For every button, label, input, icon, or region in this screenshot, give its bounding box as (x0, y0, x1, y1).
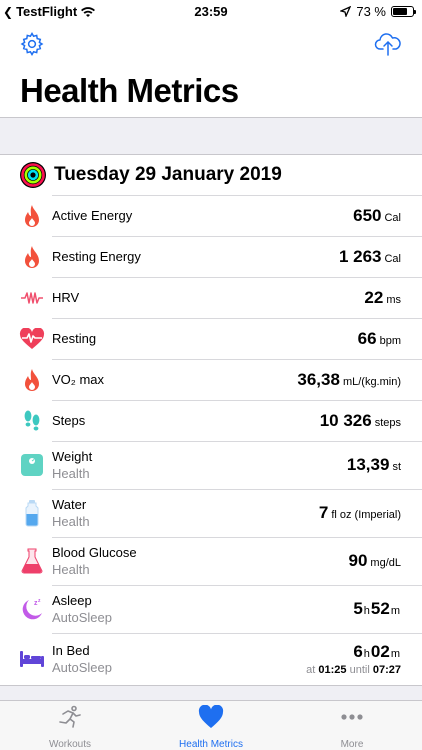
metric-value: 650 (353, 205, 382, 225)
flame-icon (25, 204, 39, 227)
heart-icon (198, 704, 224, 728)
flask-icon (21, 548, 43, 574)
metric-source: Health (52, 562, 90, 577)
metric-value: 22 (364, 287, 384, 307)
metric-unit: steps (374, 416, 401, 429)
metric-label: Water (52, 497, 87, 512)
metric-label: Resting Energy (52, 249, 141, 264)
tab-label: More (340, 739, 364, 750)
metric-source: AutoSleep (52, 610, 112, 625)
metric-label: In Bed (52, 643, 90, 658)
minutes-value: 02 (370, 642, 390, 661)
scale-icon (21, 454, 43, 476)
metric-label: Steps (52, 413, 86, 428)
footprints-icon (24, 410, 40, 430)
activity-rings-icon (20, 162, 46, 188)
metric-row-weight[interactable]: Weight Health 13,39 st (0, 441, 422, 489)
metrics-list: Tuesday 29 January 2019 Active Energy 65… (0, 154, 422, 686)
metric-unit: mg/dL (370, 557, 401, 569)
hours-unit: h (363, 605, 370, 617)
metric-source: AutoSleep (52, 660, 112, 675)
location-arrow-icon (340, 6, 352, 17)
bed-end-time: 07:27 (372, 664, 401, 676)
metric-row-blood-glucose[interactable]: Blood Glucose Health 90 mg/dL (0, 537, 422, 585)
battery-icon (391, 6, 416, 17)
metric-value: 13,39 (346, 455, 390, 474)
metric-label: Weight (52, 449, 93, 464)
metric-label: Resting (52, 331, 97, 346)
running-figure-icon (59, 705, 81, 728)
navigation-bar: Health Metrics (0, 22, 422, 118)
tab-label: Workouts (48, 739, 92, 750)
metric-unit: mL/(kg.min) (342, 375, 401, 388)
cloud-upload-button[interactable] (374, 30, 402, 58)
date-header: Tuesday 29 January 2019 (0, 155, 422, 195)
until-label: until (349, 664, 370, 676)
minutes-unit: m (390, 648, 400, 660)
metric-row-resting[interactable]: Resting 66 bpm (0, 318, 422, 359)
tab-health-metrics[interactable]: Health Metrics (141, 704, 281, 750)
minutes-value: 52 (370, 599, 390, 618)
settings-button[interactable] (18, 30, 46, 58)
water-bottle-icon (25, 500, 39, 527)
metric-unit: st (392, 461, 401, 473)
metric-unit: Cal (384, 211, 401, 224)
bed-start-time: 01:25 (318, 664, 347, 676)
tab-bar: Workouts Health Metrics More (0, 700, 422, 750)
cloud-upload-icon (374, 33, 401, 56)
metric-label: Asleep (52, 593, 92, 608)
gear-icon (20, 32, 44, 56)
metric-value: 36,38 (297, 369, 340, 389)
tab-label: Health Metrics (179, 739, 243, 750)
hrv-waveform-icon (21, 291, 43, 304)
flame-icon (25, 245, 39, 268)
hours-value: 5 (353, 599, 363, 618)
metric-row-asleep[interactable]: zz Asleep AutoSleep 5h52m (0, 585, 422, 633)
metric-unit: Cal (384, 252, 401, 265)
minutes-unit: m (390, 605, 400, 617)
metric-row-steps[interactable]: Steps 10 326 steps (0, 400, 422, 441)
metric-value: 1 263 (338, 246, 382, 266)
metric-source: Health (52, 514, 90, 529)
flame-icon (25, 368, 39, 391)
status-bar: ❮ TestFlight 23:59 73 % (0, 0, 422, 22)
tab-workouts[interactable]: Workouts (0, 705, 140, 750)
metric-row-in-bed[interactable]: In Bed AutoSleep 6h02m at 01:25 until 07:… (0, 633, 422, 685)
metric-value: 10 326 (319, 410, 372, 430)
navbar-divider (0, 117, 422, 118)
battery-percent: 73 % (356, 4, 386, 19)
hours-unit: h (363, 648, 370, 660)
metric-unit: bpm (379, 334, 401, 347)
metric-row-hrv[interactable]: HRV 22 ms (0, 277, 422, 318)
metric-row-vo2-max[interactable]: VO₂ max 36,38 mL/(kg.min) (0, 359, 422, 400)
page-title: Health Metrics (20, 72, 239, 109)
metric-row-active-energy[interactable]: Active Energy 650 Cal (0, 195, 422, 236)
metric-label: Active Energy (52, 208, 133, 223)
metric-unit: ms (386, 293, 401, 306)
svg-text:z: z (38, 598, 41, 604)
ellipsis-icon (341, 714, 363, 720)
heart-pulse-icon (19, 327, 45, 349)
metric-source: Health (52, 466, 90, 481)
metric-label: Blood Glucose (52, 545, 137, 560)
metric-label: VO₂ max (52, 372, 104, 387)
metric-value: 66 (357, 328, 377, 348)
date-label: Tuesday 29 January 2019 (54, 164, 282, 185)
metric-value: 90 (348, 551, 368, 570)
bed-time-range: at 01:25 until 07:27 (306, 664, 401, 676)
metric-row-water[interactable]: Water Health 7 fl oz (Imperial) (0, 489, 422, 537)
metric-unit: fl oz (Imperial) (331, 509, 401, 521)
bed-icon (20, 651, 44, 667)
moon-icon: zz (22, 598, 42, 620)
metric-label: HRV (52, 290, 80, 305)
hours-value: 6 (353, 642, 363, 661)
metric-value: 7 (318, 503, 329, 522)
metric-row-resting-energy[interactable]: Resting Energy 1 263 Cal (0, 236, 422, 277)
tab-more[interactable]: More (282, 705, 422, 750)
at-label: at (306, 664, 316, 676)
